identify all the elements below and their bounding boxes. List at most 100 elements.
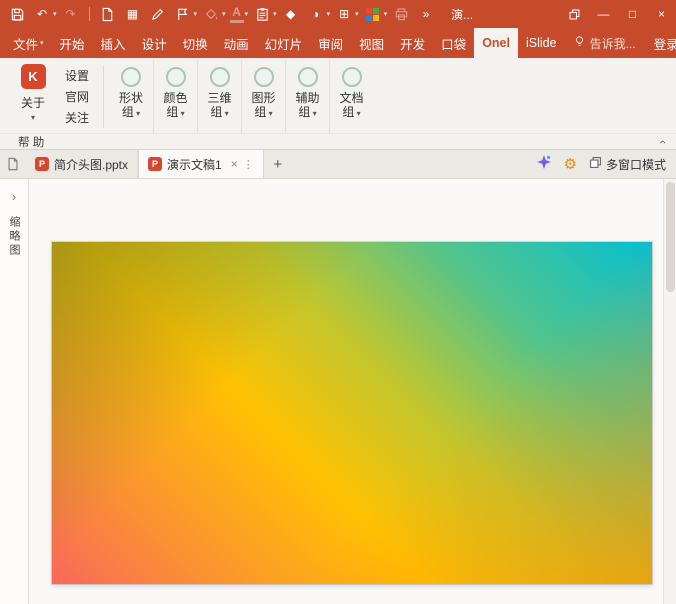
window-title: 演...	[451, 6, 473, 23]
multi-window-button[interactable]: 多窗口模式	[589, 156, 666, 173]
three-d-group[interactable]: 三维组 ▾	[197, 60, 241, 133]
flag-icon[interactable]	[173, 3, 193, 25]
contrast-circle-icon-dropdown[interactable]: ▾	[327, 10, 331, 18]
tab-review[interactable]: 审阅	[310, 28, 351, 58]
tab-animation[interactable]: 动画	[216, 28, 257, 58]
tab-slideshow[interactable]: 幻灯片	[257, 28, 311, 58]
tab-design[interactable]: 设计	[134, 28, 175, 58]
close-tab-icon[interactable]: ×	[231, 157, 238, 171]
contrast-circle-icon[interactable]: ◑	[306, 3, 326, 25]
tab-onekey[interactable]: Onel	[474, 28, 518, 58]
about-button[interactable]: 关于	[21, 94, 45, 111]
color-group-icon	[166, 67, 186, 87]
graphic-group-label: 图形组 ▾	[248, 91, 280, 121]
flag-icon-dropdown[interactable]: ▾	[194, 10, 198, 18]
assist-group-icon	[298, 67, 318, 87]
close-button[interactable]: ×	[647, 0, 676, 28]
document-group-label: 文档组 ▾	[336, 91, 368, 121]
slide-canvas[interactable]	[52, 242, 652, 584]
layout-grid-icon[interactable]: ▦	[123, 3, 143, 25]
paste-icon[interactable]	[252, 3, 272, 25]
color-group[interactable]: 颜色组 ▾	[153, 60, 197, 133]
format-painter-icon[interactable]	[148, 3, 168, 25]
tabbar-right: ⚙ 多窗口模式	[536, 150, 676, 178]
graphic-group-icon	[254, 67, 274, 87]
window-restore-button[interactable]	[560, 0, 589, 28]
gear-icon[interactable]: ⚙	[564, 157, 577, 172]
tab-islide[interactable]: iSlide	[518, 28, 565, 58]
ppt-file-icon: P	[35, 157, 49, 171]
three-d-group-icon	[210, 67, 230, 87]
shape-icon[interactable]: ◆	[281, 3, 301, 25]
doc-tab-presentation[interactable]: P演示文稿1×⋮	[138, 150, 264, 178]
titlebar-separator	[89, 7, 90, 21]
ribbon-panel: K 关于 ▾ 设置官网关注 形状组 ▾颜色组 ▾三维组 ▾ 图形组 ▾辅助组 ▾文…	[0, 58, 676, 133]
three-d-group-label: 三维组 ▾	[204, 91, 236, 121]
tab-home[interactable]: 开始	[52, 28, 93, 58]
assist-group[interactable]: 辅助组 ▾	[285, 60, 329, 133]
scrollbar-thumb[interactable]	[666, 182, 675, 292]
tab-insert[interactable]: 插入	[93, 28, 134, 58]
login-button[interactable]: 登录	[644, 28, 676, 58]
paste-icon-dropdown[interactable]: ▾	[273, 10, 277, 18]
bulb-icon	[573, 35, 586, 51]
shape-group[interactable]: 形状组 ▾	[109, 60, 153, 133]
ribbon-tabs: 文件▾开始插入设计切换动画幻灯片审阅视图开发口袋OneliSlide	[5, 28, 565, 58]
color-palette-icon-dropdown[interactable]: ▾	[384, 10, 388, 18]
plugin-links: 设置官网关注	[56, 60, 98, 133]
minimize-button[interactable]: —	[589, 0, 618, 28]
multi-window-icon	[589, 156, 602, 172]
plugin-groups: 形状组 ▾颜色组 ▾三维组 ▾ 图形组 ▾辅助组 ▾文档组 ▾	[109, 60, 373, 133]
settings-link[interactable]: 设置	[65, 67, 89, 84]
collapse-ribbon-icon[interactable]: ›	[655, 140, 669, 144]
help-button[interactable]: 帮 助	[18, 134, 44, 150]
printer-icon	[391, 3, 411, 25]
website-link[interactable]: 官网	[65, 88, 89, 105]
table-grid-icon-dropdown[interactable]: ▾	[355, 10, 359, 18]
tab-view[interactable]: 视图	[351, 28, 392, 58]
quick-toolbar: ↶▾↷▦▾▾A▾▾◆◑▾⊞▾▾»	[7, 3, 441, 25]
window-controls: —□×	[560, 0, 676, 28]
doc-tabs: P简介头图.pptxP演示文稿1×⋮	[26, 150, 264, 178]
ribbon-tabbar: 文件▾开始插入设计切换动画幻灯片审阅视图开发口袋OneliSlide 告诉我..…	[0, 28, 676, 58]
new-doc-icon[interactable]	[98, 3, 118, 25]
redo-icon: ↷	[61, 3, 81, 25]
file-list-icon[interactable]	[0, 150, 26, 178]
maximize-button[interactable]: □	[618, 0, 647, 28]
tab-menu-icon[interactable]: ⋮	[243, 158, 254, 171]
tell-me-label: 告诉我...	[590, 35, 636, 52]
table-grid-icon[interactable]: ⊞	[334, 3, 354, 25]
new-tab-button[interactable]: +	[264, 150, 292, 178]
multi-window-label: 多窗口模式	[606, 156, 666, 173]
beautify-icon[interactable]	[536, 154, 552, 175]
tab-pocket[interactable]: 口袋	[433, 28, 474, 58]
expand-panel-icon[interactable]: ›	[0, 189, 28, 204]
undo-icon[interactable]: ↶	[32, 3, 52, 25]
fill-color-icon-dropdown[interactable]: ▾	[222, 10, 226, 18]
chevron-down-icon[interactable]: ▾	[31, 113, 35, 122]
ribbon-separator	[103, 65, 104, 128]
undo-icon-dropdown[interactable]: ▾	[53, 10, 57, 18]
titlebar: ↶▾↷▦▾▾A▾▾◆◑▾⊞▾▾» 演... —□×	[0, 0, 676, 28]
graphic-group[interactable]: 图形组 ▾	[241, 60, 285, 133]
font-color-icon-dropdown[interactable]: ▾	[245, 10, 249, 18]
more-tools-icon[interactable]: »	[416, 3, 436, 25]
fill-color-icon	[201, 3, 221, 25]
save-icon[interactable]	[7, 3, 27, 25]
tab-file[interactable]: 文件▾	[5, 28, 52, 58]
plugin-about-column: K 关于 ▾	[10, 60, 56, 133]
document-group[interactable]: 文档组 ▾	[329, 60, 373, 133]
follow-link[interactable]: 关注	[65, 109, 89, 126]
document-tabbar: P简介头图.pptxP演示文稿1×⋮ + ⚙ 多窗口模式	[0, 150, 676, 179]
color-palette-icon[interactable]	[363, 3, 383, 25]
doc-tab-intro[interactable]: P简介头图.pptx	[26, 150, 138, 178]
tell-me-search[interactable]: 告诉我...	[565, 28, 644, 58]
shape-group-icon	[121, 67, 141, 87]
shape-group-label: 形状组 ▾	[115, 91, 147, 121]
thumbnail-panel: › 缩略图	[0, 179, 29, 604]
workspace: › 缩略图	[0, 179, 676, 604]
tab-developer[interactable]: 开发	[392, 28, 433, 58]
tab-transition[interactable]: 切换	[175, 28, 216, 58]
vertical-scrollbar[interactable]	[663, 179, 676, 604]
ppt-file-icon: P	[148, 157, 162, 171]
